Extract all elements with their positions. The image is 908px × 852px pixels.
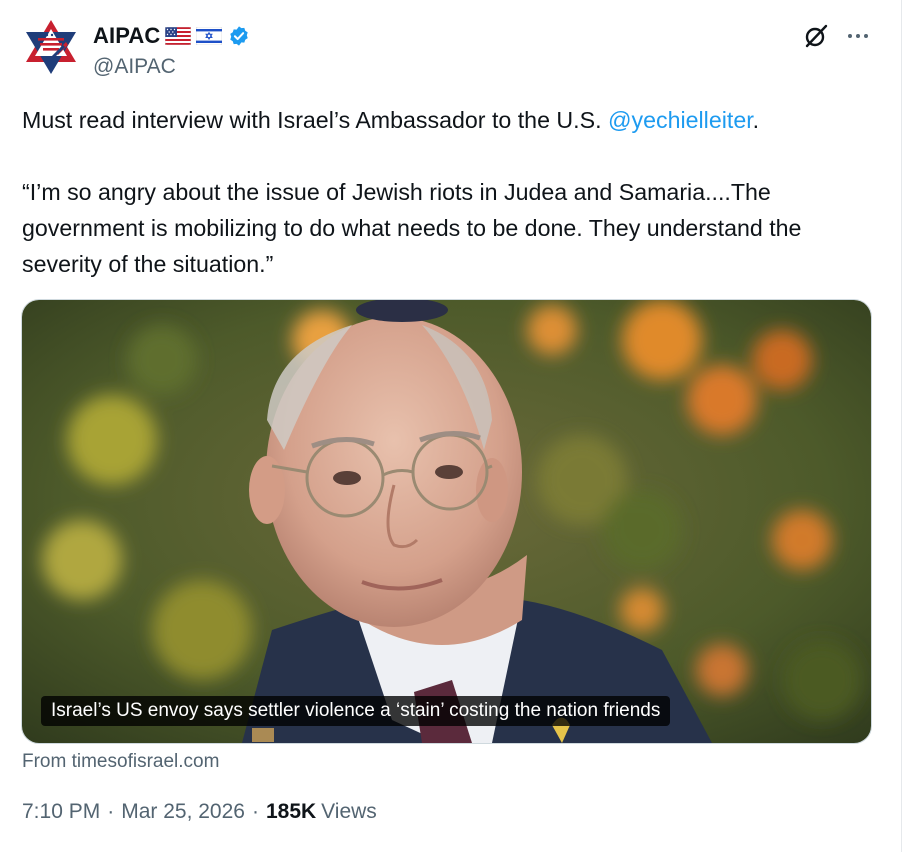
israel-flag-icon — [196, 27, 223, 45]
tweet-card: AIPAC @AIPAC Must read interview with Is… — [0, 0, 908, 852]
handle[interactable]: @AIPAC — [93, 55, 176, 79]
tweet-meta: 7:10 PM · Mar 25, 2026 · 185K Views — [22, 800, 377, 824]
avatar[interactable] — [22, 18, 80, 76]
intro-text: Must read interview with Israel’s Ambass… — [22, 107, 602, 133]
tweet-date[interactable]: Mar 25, 2026 — [121, 800, 245, 824]
meta-separator-2: · — [251, 800, 259, 823]
us-flag-icon — [165, 27, 192, 45]
display-name[interactable]: AIPAC — [93, 23, 160, 49]
article-photo — [22, 300, 871, 743]
link-source[interactable]: From timesofisrael.com — [22, 751, 219, 773]
link-card-image[interactable]: Israel’s US envoy says settler violence … — [21, 299, 872, 744]
tweet-intro: Must read interview with Israel’s Ambass… — [22, 102, 882, 138]
verified-badge-icon — [230, 26, 249, 46]
more-options-icon[interactable] — [845, 23, 871, 49]
tweet-quote: “I’m so angry about the issue of Jewish … — [22, 179, 802, 277]
grok-icon[interactable] — [803, 23, 829, 49]
mention-link[interactable]: @yechielleiter — [608, 107, 753, 133]
name-row: AIPAC — [93, 22, 250, 50]
views-count[interactable]: 185K — [266, 800, 316, 824]
card-border — [901, 0, 902, 852]
views-label: Views — [321, 800, 377, 823]
meta-separator-1: · — [107, 800, 115, 823]
link-card-caption[interactable]: Israel’s US envoy says settler violence … — [41, 696, 671, 726]
intro-end: . — [752, 107, 760, 133]
tweet-text: Must read interview with Israel’s Ambass… — [22, 102, 882, 282]
tweet-time[interactable]: 7:10 PM — [22, 800, 100, 824]
